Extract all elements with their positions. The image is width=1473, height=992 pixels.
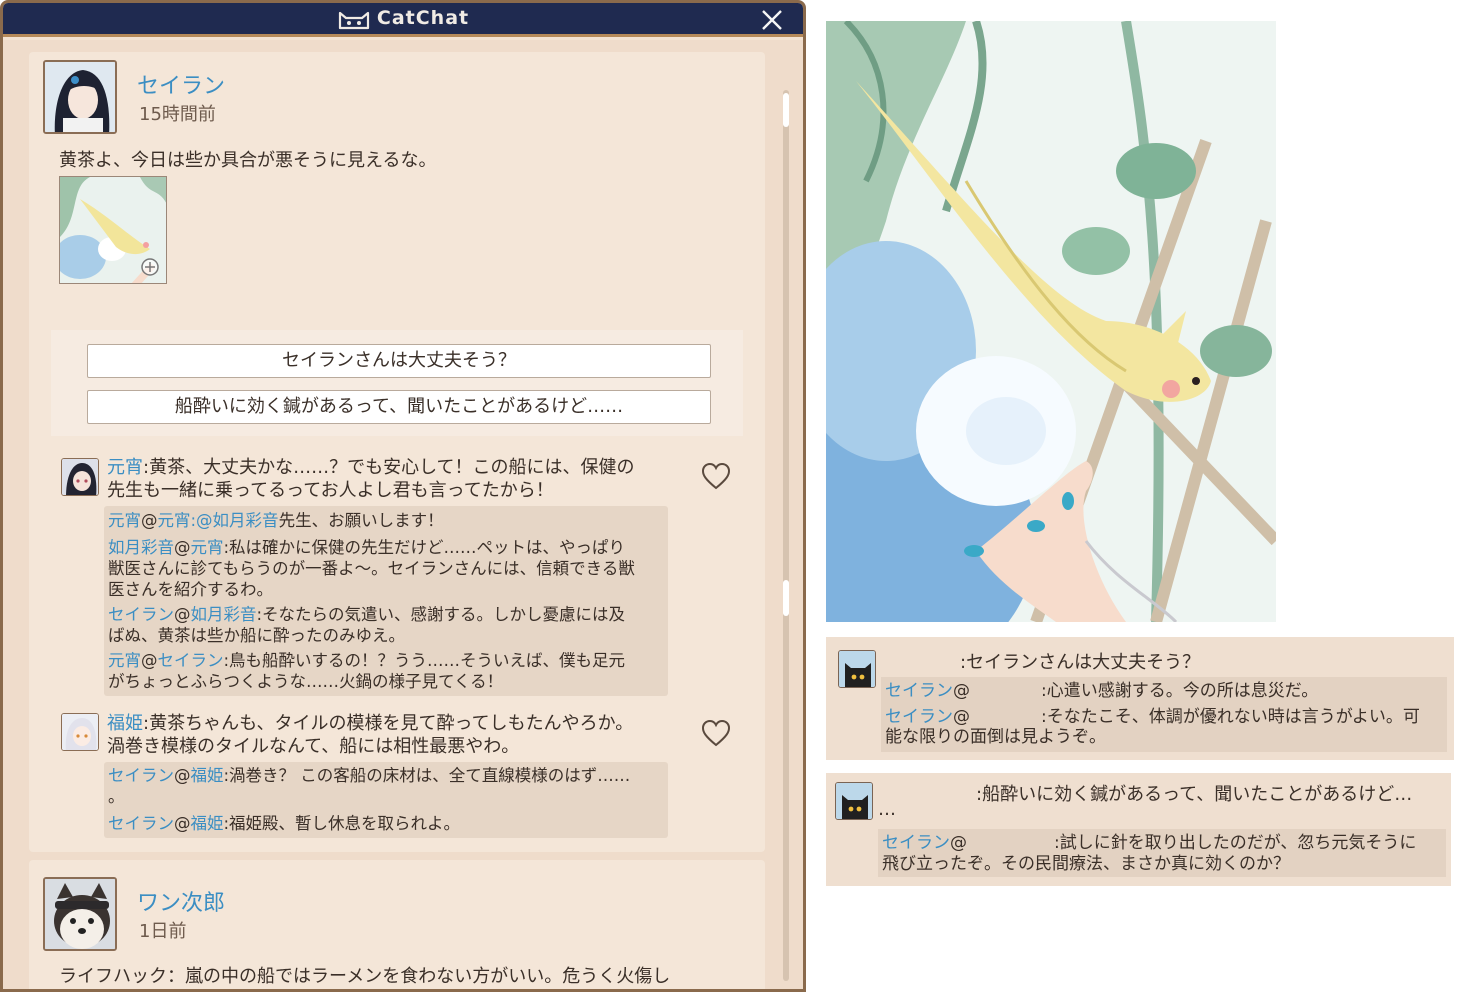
post-image-thumbnail[interactable]: [59, 176, 167, 284]
reply-thread: セイラン@ :試しに針を取り出したのだが、忽ち元気そうに 飛び立ったぞ。その民間…: [878, 829, 1446, 877]
comment-like-heart-icon[interactable]: [701, 462, 731, 490]
choice-result-panel-2: :船酔いに効く鍼があるって、聞いたことがあるけど… … セイラン@ :試しに針を…: [826, 773, 1451, 886]
scrollbar-top-cap: [783, 93, 789, 127]
reply-item: セイラン@福姫:福姫殿、暫し休息を取られよ。: [108, 814, 461, 833]
reply-item: セイラン@: [885, 707, 970, 727]
comment-fukuhime: 福姫:黄茶ちゃんも、タイルの模様を見て酔ってしもたんやろか。 渦巻き模様のタイル…: [107, 713, 634, 757]
reply-item: セイラン@: [885, 681, 970, 701]
portrait-icon: [45, 62, 115, 132]
reply-item: 元宵@元宵:@如月彩音先生、お願いします！: [108, 511, 444, 530]
cockatiel-illustration-icon: [826, 21, 1276, 622]
cat-avatar-icon: [839, 651, 875, 687]
reply-item: セイラン@如月彩音:そなたらの気遣い、感謝する。しかし憂慮には及 ばぬ、黄茶は些…: [108, 605, 626, 645]
avatar-wanjirou[interactable]: [43, 877, 117, 951]
choice-option-2[interactable]: 船酔いに効く鍼があるって、聞いたことがあるけど……: [87, 390, 711, 424]
cat-logo-icon: [338, 11, 369, 29]
reply-text-continued: 能な限りの面倒は見ようぞ。: [885, 727, 1106, 747]
post-time: 15時間前: [139, 104, 216, 125]
reply-item: セイラン@: [882, 833, 967, 853]
post-time: 1日前: [139, 921, 187, 942]
reply-text: :試しに針を取り出したのだが、忽ち元気そうに: [1054, 833, 1417, 853]
post-text: ライフハック：嵐の中の船ではラーメンを食わない方がいい。危うく火傷し: [59, 966, 671, 987]
scrollbar-track[interactable]: [783, 90, 789, 981]
portrait-icon: [62, 714, 98, 750]
reply-thread: セイラン@ :心遣い感謝する。今の所は息災だ。 セイラン@ :そなたこそ、体調が…: [881, 677, 1447, 752]
choice-option-1[interactable]: セイランさんは大丈夫そう？: [87, 344, 711, 378]
reply-item: 元宵@セイラン:鳥も船酔いするの！？うう……そういえば、僕も足元 がちょっとふら…: [108, 651, 626, 691]
cat-avatar-icon: [836, 783, 872, 819]
title-bar: CatChat: [3, 3, 803, 37]
player-reply-text-continued: …: [878, 799, 896, 820]
player-reply-text: :セイランさんは大丈夫そう？: [960, 652, 1201, 673]
feed[interactable]: セイラン 15時間前 黄茶よ、今日は些か具合が悪そうに見えるな。 セイランさんは…: [3, 40, 803, 989]
app-title: CatChat: [376, 7, 470, 29]
reply-choices: セイランさんは大丈夫そう？ 船酔いに効く鍼があるって、聞いたことがあるけど……: [51, 330, 743, 436]
reply-text-continued: 飛び立ったぞ。その民間療法、まさか真に効くのか？: [882, 854, 1290, 874]
dog-portrait-icon: [45, 879, 115, 949]
player-reply-text: :船酔いに効く鍼があるって、聞いたことがあるけど…: [976, 784, 1413, 805]
reply-item: セイラン@福姫:渦巻き？ この客船の床材は、全て直線模様のはず…… 。: [108, 766, 631, 806]
post-author[interactable]: ワン次郎: [137, 885, 225, 917]
reply-text: :心遣い感謝する。今の所は息災だ。: [1041, 681, 1319, 701]
player-cat-avatar: [838, 650, 876, 688]
comment-like-heart-icon[interactable]: [701, 719, 731, 747]
zoom-plus-icon[interactable]: [140, 257, 160, 277]
reply-text: :そなたこそ、体調が優れない時は言うがよい。可: [1041, 707, 1420, 727]
avatar-fukuhime[interactable]: [61, 713, 99, 751]
catchat-window: CatChat セイラン 15時間前 黄茶よ、今日は些か具合が悪そうに見えるな。…: [0, 0, 806, 992]
comment-genshou: 元宵:黄茶、大丈夫かな……？でも安心して！この船には、保健の 先生も一緒に乗って…: [107, 457, 635, 501]
enlarged-bird-image: [826, 21, 1276, 622]
reply-thread: セイラン@福姫:渦巻き？ この客船の床材は、全て直線模様のはず…… 。 セイラン…: [104, 762, 668, 838]
reply-item: 如月彩音@元宵:私は確かに保健の先生だけど……ペットは、やっぱり 獣医さんに診て…: [108, 538, 635, 599]
player-cat-avatar: [835, 782, 873, 820]
close-icon[interactable]: [759, 7, 785, 33]
comment-author[interactable]: 元宵: [107, 457, 143, 478]
portrait-icon: [62, 459, 98, 495]
scrollbar-thumb[interactable]: [783, 580, 789, 616]
reply-thread: 元宵@元宵:@如月彩音先生、お願いします！ 如月彩音@元宵:私は確かに保健の先生…: [104, 506, 668, 696]
avatar-genshou[interactable]: [61, 458, 99, 496]
comment-author[interactable]: 福姫: [107, 713, 143, 734]
post-author[interactable]: セイラン: [137, 68, 225, 100]
post-text: 黄茶よ、今日は些か具合が悪そうに見えるな。: [59, 150, 437, 171]
choice-result-panel-1: :セイランさんは大丈夫そう？ セイラン@ :心遣い感謝する。今の所は息災だ。 セ…: [826, 637, 1454, 760]
post-card: ワン次郎 1日前 ライフハック：嵐の中の船ではラーメンを食わない方がいい。危うく…: [29, 860, 765, 989]
avatar-seiran[interactable]: [43, 60, 117, 134]
